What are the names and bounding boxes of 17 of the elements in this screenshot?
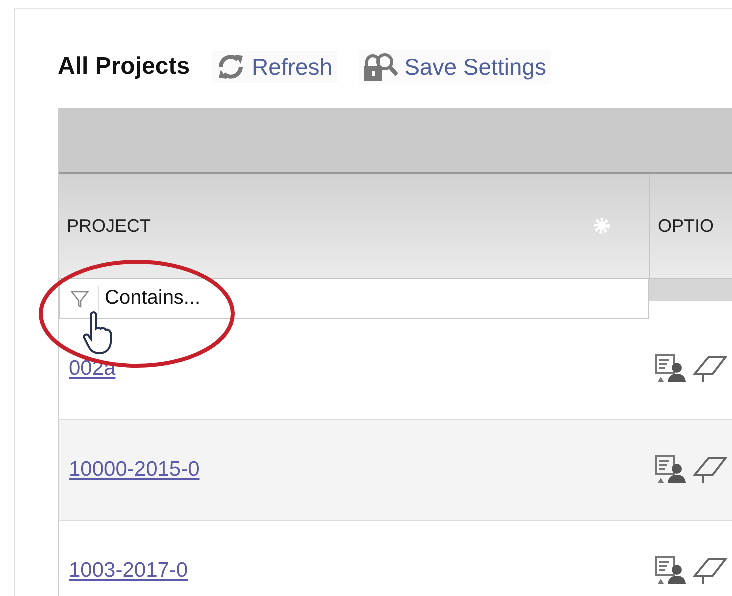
filter-icon[interactable] [70,288,92,308]
filter-field[interactable]: Contains... [59,279,649,319]
report-user-icon[interactable] [655,455,689,485]
eraser-icon[interactable] [693,556,727,586]
filter-input[interactable]: Contains... [98,286,498,311]
column-header[interactable]: OPTIO [650,174,732,278]
eraser-icon[interactable] [693,455,727,485]
page-title: All Projects [58,53,190,81]
report-user-icon[interactable] [655,354,689,384]
eraser-icon[interactable] [693,354,727,384]
report-user-icon[interactable] [655,556,689,586]
project-link[interactable]: 1003-2017-0 [69,559,188,583]
column-header[interactable]: PROJECT [59,174,650,278]
refresh-button[interactable]: Refresh [212,51,337,83]
lock-magnifier-icon [362,52,399,82]
project-link[interactable]: 10000-2015-0 [69,458,200,482]
save-settings-button[interactable]: Save Settings [358,50,551,84]
